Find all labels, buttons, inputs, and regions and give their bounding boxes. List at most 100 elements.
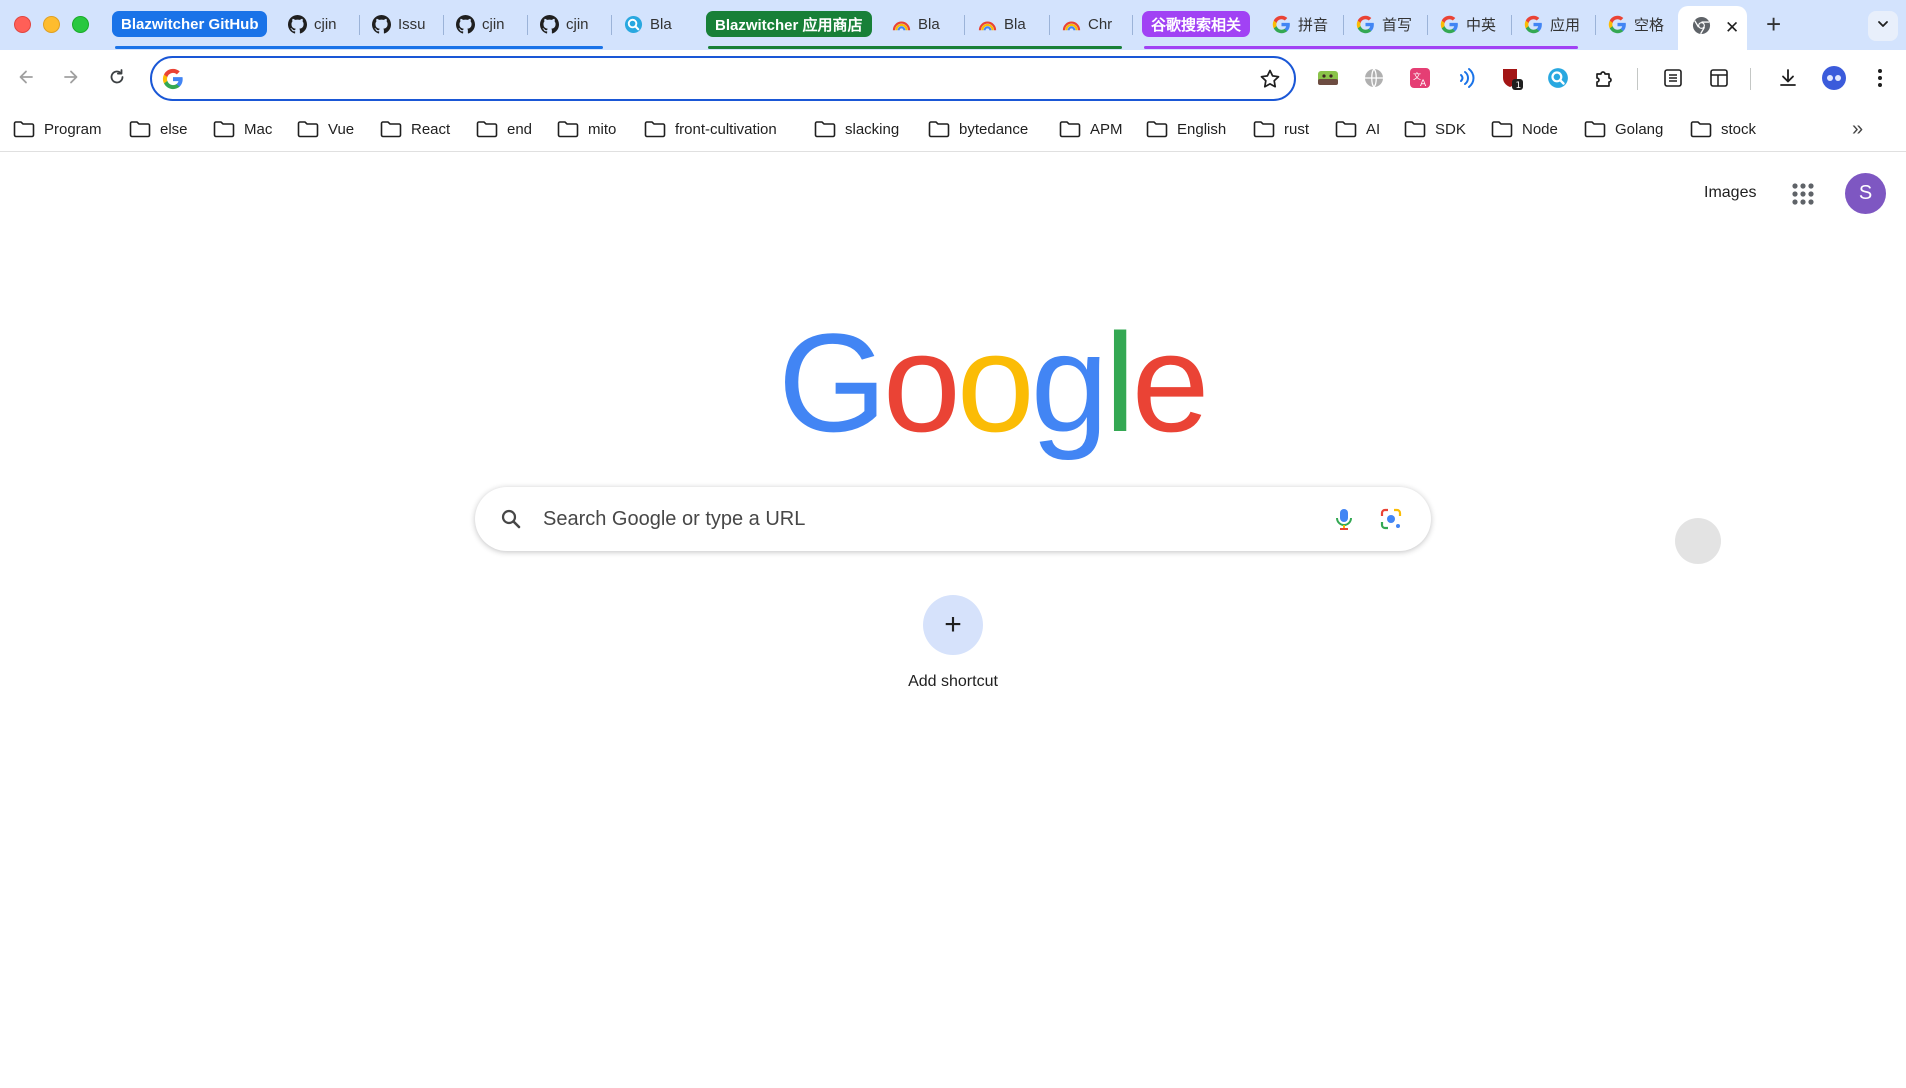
tab-group-blazwitcher-github[interactable]: Blazwitcher GitHub <box>112 11 267 37</box>
folder-icon <box>380 120 402 138</box>
bookmark-folder[interactable]: front-cultivation <box>644 118 777 140</box>
address-input[interactable] <box>196 64 1216 94</box>
reload-button[interactable] <box>100 62 134 96</box>
github-icon <box>540 14 559 34</box>
tab-group-google-search[interactable]: 谷歌搜索相关 <box>1142 11 1250 37</box>
bookmark-folder[interactable]: slacking <box>814 118 899 140</box>
address-bar[interactable] <box>150 56 1296 101</box>
folder-icon <box>1584 120 1606 138</box>
tab-google[interactable]: 中英 <box>1434 6 1504 42</box>
bookmark-folder[interactable]: AI <box>1335 118 1380 140</box>
tab-google[interactable]: 首写 <box>1350 6 1420 42</box>
add-shortcut-button[interactable]: + Add shortcut <box>900 593 1006 703</box>
bookmark-label: English <box>1177 120 1227 138</box>
github-icon <box>456 14 475 34</box>
google-g-icon <box>1524 15 1543 34</box>
tab-active-new-tab[interactable]: ✕ <box>1678 6 1747 50</box>
back-button[interactable] <box>9 62 43 96</box>
arrow-left-icon <box>16 67 36 92</box>
bookmark-folder[interactable]: English <box>1146 118 1226 140</box>
google-g-icon <box>1608 15 1627 34</box>
bookmark-folder[interactable]: stock <box>1690 118 1756 140</box>
tab-blazwitcher[interactable]: Bla <box>618 6 690 42</box>
bookmark-star-icon[interactable] <box>1258 67 1282 91</box>
logo-letter: G <box>778 304 887 461</box>
bookmark-folder[interactable]: APM <box>1059 118 1123 140</box>
google-lens-icon[interactable] <box>1377 505 1405 533</box>
translate-extension-icon[interactable]: 文A <box>1406 64 1434 92</box>
tab-group-label: 谷歌搜索相关 <box>1151 16 1242 34</box>
tab-github[interactable]: cjin <box>534 6 604 42</box>
wave-extension-icon[interactable] <box>1452 64 1480 92</box>
bookmarks-overflow-button[interactable]: » <box>1852 118 1863 141</box>
tab-google[interactable]: 应用 <box>1518 6 1588 42</box>
google-g-icon <box>1272 15 1291 34</box>
tab-separator <box>1132 15 1133 35</box>
logo-letter: o <box>956 304 1035 461</box>
close-window-button[interactable] <box>14 16 31 33</box>
search-extension-icon[interactable] <box>1544 64 1572 92</box>
new-tab-button[interactable]: + <box>1766 11 1781 37</box>
bookmark-folder[interactable]: end <box>476 118 532 140</box>
bookmark-folder[interactable]: mito <box>557 118 616 140</box>
globe-extension-icon[interactable] <box>1360 64 1388 92</box>
account-avatar[interactable]: S <box>1845 173 1886 214</box>
tab-github[interactable]: Issu <box>366 6 436 42</box>
tab-store[interactable]: Bla <box>886 6 956 42</box>
tab-search-button[interactable] <box>1868 11 1898 41</box>
folder-icon <box>129 120 151 138</box>
google-search-box[interactable] <box>475 487 1431 551</box>
battery-extension-icon[interactable] <box>1314 64 1342 92</box>
tab-separator <box>1427 15 1428 35</box>
tab-title: Issu <box>398 15 426 33</box>
tab-separator <box>443 15 444 35</box>
tab-store[interactable]: Chr <box>1056 6 1122 42</box>
close-tab-icon[interactable]: ✕ <box>1725 18 1739 38</box>
tab-google[interactable]: 空格 <box>1602 6 1672 42</box>
microphone-icon[interactable] <box>1330 505 1358 533</box>
side-panel-icon[interactable] <box>1705 64 1733 92</box>
search-icon <box>499 507 523 531</box>
fullscreen-window-button[interactable] <box>72 16 89 33</box>
bookmark-folder[interactable]: SDK <box>1404 118 1466 140</box>
reading-list-icon[interactable] <box>1659 64 1687 92</box>
reload-icon <box>107 67 127 92</box>
bookmark-folder[interactable]: rust <box>1253 118 1309 140</box>
tab-group-blazwitcher-store[interactable]: Blazwitcher 应用商店 <box>706 11 872 37</box>
puzzle-extensions-icon[interactable] <box>1590 64 1618 92</box>
bookmark-label: React <box>411 120 451 138</box>
tab-title: Bla <box>1004 15 1026 33</box>
bookmark-folder[interactable]: Mac <box>213 118 272 140</box>
tab-title: cjin <box>482 15 505 33</box>
google-apps-icon[interactable] <box>1790 181 1816 207</box>
arrow-right-icon <box>61 67 81 92</box>
download-icon[interactable] <box>1774 64 1802 92</box>
more-menu-icon[interactable] <box>1866 64 1894 92</box>
tab-github[interactable]: cjin <box>450 6 520 42</box>
tab-store[interactable]: Bla <box>972 6 1042 42</box>
tab-group-underline <box>1144 46 1578 49</box>
forward-button[interactable] <box>54 62 88 96</box>
tab-github[interactable]: cjin <box>282 6 352 42</box>
logo-letter: e <box>1131 304 1210 461</box>
bookmark-folder[interactable]: Vue <box>297 118 354 140</box>
tab-title: 中英 <box>1466 16 1497 34</box>
bookmark-folder[interactable]: Node <box>1491 118 1558 140</box>
folder-icon <box>1253 120 1275 138</box>
shield-extension-icon[interactable]: 1 <box>1498 64 1526 92</box>
tab-group-underline <box>708 46 1122 49</box>
bookmarks-bar: Program else Mac Vue React end mito fron… <box>0 108 1906 152</box>
bookmark-folder[interactable]: Program <box>13 118 102 140</box>
search-input[interactable] <box>543 501 1263 537</box>
minimize-window-button[interactable] <box>43 16 60 33</box>
bookmark-label: else <box>160 120 188 138</box>
bookmark-folder[interactable]: React <box>380 118 450 140</box>
images-link[interactable]: Images <box>1704 184 1756 202</box>
tab-title: 应用 <box>1550 16 1581 34</box>
profile-avatar-icon[interactable] <box>1820 64 1848 92</box>
folder-icon <box>13 120 35 138</box>
bookmark-folder[interactable]: else <box>129 118 188 140</box>
bookmark-folder[interactable]: Golang <box>1584 118 1663 140</box>
bookmark-folder[interactable]: bytedance <box>928 118 1028 140</box>
tab-google[interactable]: 拼音 <box>1266 6 1336 42</box>
